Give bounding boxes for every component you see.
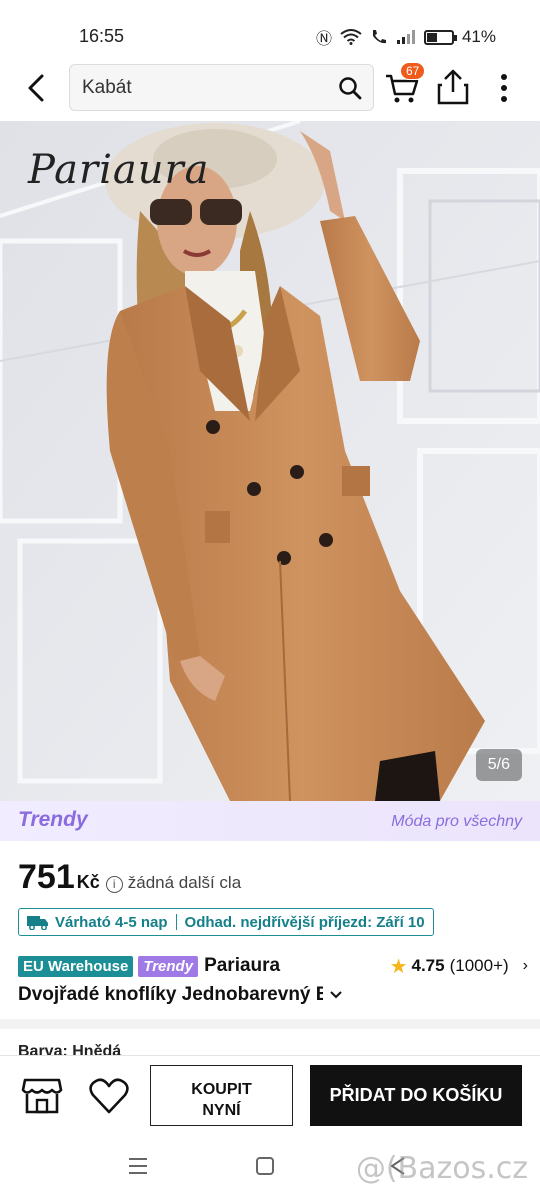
nfc-icon: Ⓝ bbox=[315, 31, 332, 48]
delivery-days: Várható 4-5 nap bbox=[55, 913, 168, 931]
top-bar: 67 bbox=[0, 60, 540, 118]
price-currency: Kč bbox=[76, 872, 100, 892]
system-nav-bar: @(Bazos.cz bbox=[0, 1137, 540, 1200]
rating-count: (1000+) bbox=[449, 956, 509, 975]
action-bar: KOUPIT NYNÍ PŘIDAT DO KOŠÍKU bbox=[0, 1055, 540, 1137]
brand-name[interactable]: Pariaura bbox=[204, 955, 280, 977]
truck-icon bbox=[27, 916, 48, 930]
status-icons: Ⓝ 41% bbox=[316, 25, 496, 49]
cart-count-badge: 67 bbox=[400, 62, 426, 80]
search-box[interactable] bbox=[69, 64, 374, 111]
search-input[interactable] bbox=[82, 65, 332, 110]
add-to-cart-button[interactable]: PŘIDAT DO KOŠÍKU bbox=[310, 1065, 522, 1126]
search-icon[interactable] bbox=[337, 75, 363, 101]
delivery-estimate[interactable]: Várható 4-5 nap Odhad. nejdřívější příje… bbox=[18, 908, 434, 936]
home-icon[interactable] bbox=[256, 1157, 274, 1175]
product-title: Dvojřadé knoflíky Jednobarevný E bbox=[18, 984, 323, 1005]
buy-now-line2: NYNÍ bbox=[202, 1102, 241, 1119]
info-icon[interactable]: i bbox=[105, 876, 123, 893]
trendy-tag: Trendy bbox=[138, 955, 199, 977]
arrival-estimate: Odhad. nejdřívější příjezd: Září 10 bbox=[184, 913, 425, 931]
signal-icon bbox=[396, 30, 415, 44]
store-icon[interactable] bbox=[21, 1076, 63, 1116]
call-icon bbox=[372, 30, 386, 44]
status-bar: 16:55 Ⓝ 41% bbox=[0, 0, 540, 60]
image-counter: 5/6 bbox=[475, 749, 522, 781]
product-title-row[interactable]: Dvojřadé knoflíky Jednobarevný E bbox=[18, 982, 358, 1008]
trendy-slogan: Móda pro všechny bbox=[391, 813, 522, 830]
chevron-down-icon bbox=[330, 991, 342, 999]
bazos-watermark: @(Bazos.cz bbox=[355, 1151, 528, 1186]
battery-icon bbox=[423, 29, 457, 45]
battery-percent: 41% bbox=[461, 27, 496, 46]
price-row: 751 Kč i žádná další cla bbox=[18, 858, 241, 898]
status-time: 16:55 bbox=[79, 26, 125, 46]
back-arrow-icon[interactable] bbox=[18, 70, 54, 106]
star-icon: ★ bbox=[389, 955, 408, 978]
buy-now-line1: KOUPIT bbox=[191, 1081, 252, 1098]
product-photo bbox=[0, 121, 540, 801]
rating-score: 4.75 bbox=[411, 956, 445, 975]
trendy-banner[interactable]: Trendy Móda pro všechny bbox=[0, 801, 540, 841]
delivery-separator bbox=[175, 914, 177, 930]
duty-note: žádná další cla bbox=[127, 873, 242, 892]
trendy-logo: Trendy bbox=[18, 808, 88, 831]
wifi-icon bbox=[340, 29, 362, 45]
share-icon[interactable] bbox=[436, 68, 470, 106]
eu-warehouse-tag: EU Warehouse bbox=[18, 955, 134, 977]
chevron-right-icon: › bbox=[522, 957, 528, 974]
price-value: 751 bbox=[18, 858, 75, 896]
section-divider bbox=[0, 1019, 540, 1029]
heart-icon[interactable] bbox=[88, 1076, 130, 1116]
brand-watermark-logo: Pariaura bbox=[28, 147, 210, 193]
recent-apps-icon[interactable] bbox=[127, 1155, 149, 1177]
product-image[interactable]: Pariaura 5/6 bbox=[0, 121, 540, 801]
buy-now-button[interactable]: KOUPIT NYNÍ bbox=[150, 1065, 293, 1126]
brand-row: EU Warehouse Trendy Pariaura ★ 4.75 (100… bbox=[18, 954, 528, 978]
more-options-icon[interactable] bbox=[492, 70, 516, 106]
rating[interactable]: ★ 4.75 (1000+) › bbox=[390, 954, 528, 979]
